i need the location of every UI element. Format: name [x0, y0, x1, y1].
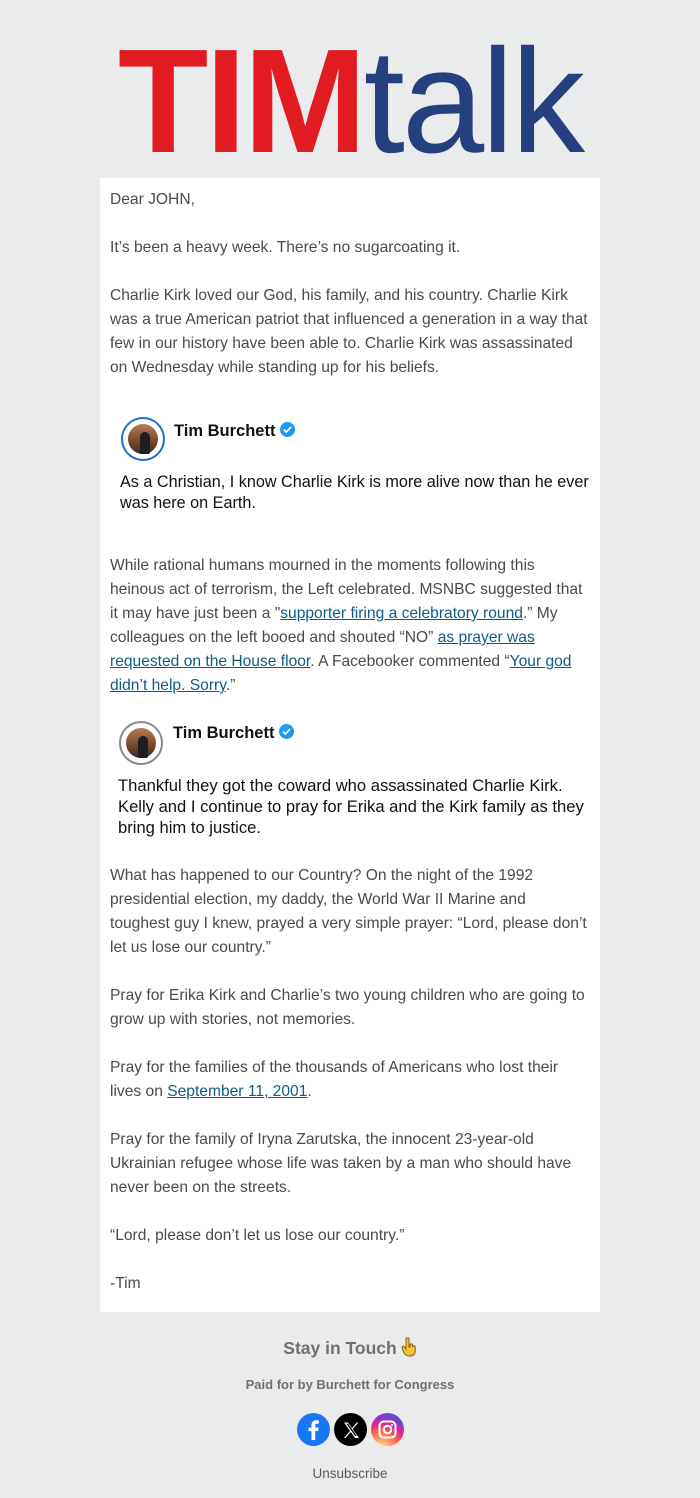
avatar: [119, 721, 163, 765]
embedded-tweet-1: Tim Burchett As a Christian, I know Char…: [110, 414, 590, 524]
avatar: [121, 417, 165, 461]
paragraph-pray-erika: Pray for Erika Kirk and Charlie’s two yo…: [110, 987, 585, 1028]
tweet-author-name: Tim Burchett: [173, 724, 275, 742]
link-september-11[interactable]: September 11, 2001: [167, 1083, 307, 1100]
tweet-author-name: Tim Burchett: [174, 422, 276, 440]
logo-talk-text: talk: [363, 19, 585, 184]
timtalk-logo: TIMtalk: [0, 28, 700, 176]
paragraph-lord-please: “Lord, please don’t let us lose our coun…: [110, 1227, 405, 1244]
paragraph-heavy-week: It’s been a heavy week. There’s no sugar…: [110, 239, 461, 256]
paragraph-what-happened: What has happened to our Country? On the…: [110, 867, 587, 956]
tweet-text: As a Christian, I know Charlie Kirk is m…: [120, 473, 589, 512]
email-body: Dear JOHN, It’s been a heavy week. There…: [100, 178, 600, 1312]
social-links: [297, 1413, 405, 1447]
instagram-icon[interactable]: [371, 1413, 404, 1446]
verified-badge-icon: [280, 422, 296, 437]
paragraph-charlie-kirk: Charlie Kirk loved our God, his family, …: [110, 287, 588, 376]
paid-for-disclaimer: Paid for by Burchett for Congress: [245, 1377, 455, 1392]
greeting: Dear JOHN,: [110, 191, 195, 208]
logo-tim-text: TIM: [117, 19, 367, 184]
embedded-tweet-2: Tim Burchett Thankful they got the cowar…: [110, 718, 590, 848]
paragraph-pray-iryna: Pray for the family of Iryna Zarutska, t…: [110, 1131, 572, 1196]
facebook-icon[interactable]: [297, 1413, 330, 1446]
signoff: -Tim: [110, 1275, 141, 1292]
pointing-down-hand-icon: [401, 1337, 417, 1362]
tweet-text: Thankful they got the coward who assassi…: [118, 776, 584, 837]
tweet-author: Tim Burchett: [173, 724, 295, 743]
unsubscribe-link[interactable]: Unsubscribe: [0, 1466, 700, 1481]
link-supporter-firing[interactable]: supporter firing a celebratory round: [280, 605, 523, 622]
verified-badge-icon: [279, 724, 295, 739]
x-icon[interactable]: [334, 1413, 367, 1446]
tweet-author: Tim Burchett: [174, 422, 296, 441]
paragraph-left-celebrated: While rational humans mourned in the mom…: [110, 557, 583, 694]
paragraph-pray-911: Pray for the families of the thousands o…: [110, 1059, 559, 1100]
stay-in-touch-heading: Stay in Touch: [0, 1337, 700, 1362]
